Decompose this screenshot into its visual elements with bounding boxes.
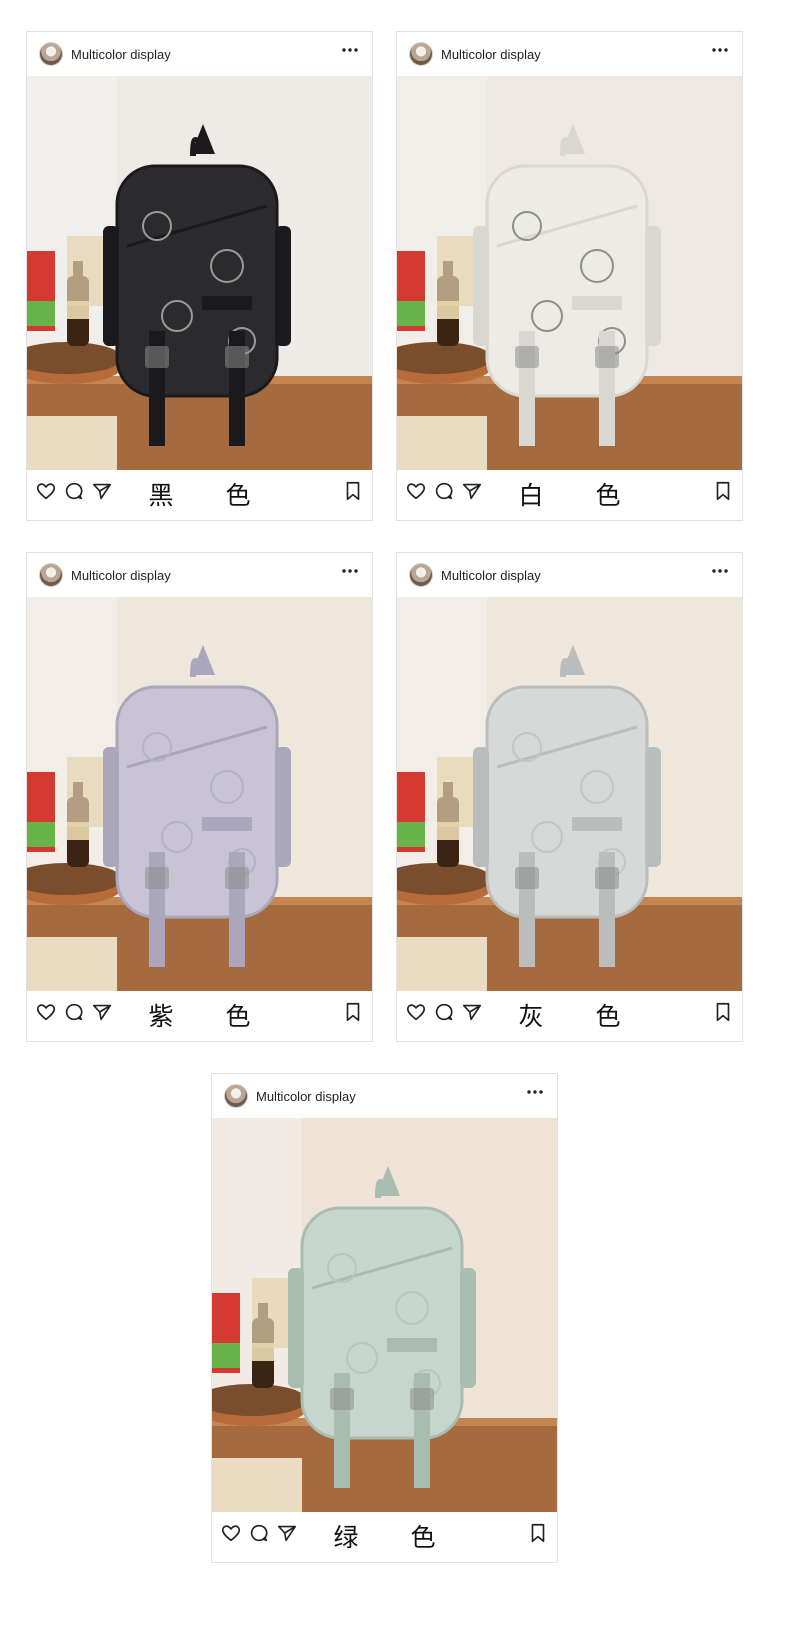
avatar[interactable] (39, 563, 63, 587)
more-icon[interactable] (710, 561, 730, 581)
username[interactable]: Multicolor display (71, 47, 171, 62)
product-photo (27, 76, 372, 470)
post-actions: 紫 色 (27, 991, 372, 1043)
product-photo (212, 1118, 557, 1512)
product-photo (397, 76, 742, 470)
bookmark-icon[interactable] (342, 1001, 364, 1023)
product-photo (397, 597, 742, 991)
backpack-photo (397, 76, 742, 470)
post-actions: 黑 色 (27, 470, 372, 522)
post-header: Multicolor display (397, 553, 742, 597)
post-header: Multicolor display (212, 1074, 557, 1118)
username[interactable]: Multicolor display (256, 1089, 356, 1104)
color-post-card-3: Multicolor display 紫 色 (26, 552, 373, 1042)
post-actions: 白 色 (397, 470, 742, 522)
product-photo (27, 597, 372, 991)
bookmark-icon[interactable] (712, 480, 734, 502)
post-actions: 绿 色 (212, 1512, 557, 1564)
more-icon[interactable] (340, 561, 360, 581)
bookmark-icon[interactable] (712, 1001, 734, 1023)
bookmark-icon[interactable] (527, 1522, 549, 1544)
backpack-photo (27, 597, 372, 991)
color-label: 绿 色 (333, 1523, 458, 1552)
post-header: Multicolor display (397, 32, 742, 76)
color-label: 灰 色 (518, 1002, 643, 1031)
color-post-card-2: Multicolor display 白 色 (396, 31, 743, 521)
backpack-photo (27, 76, 372, 470)
username[interactable]: Multicolor display (441, 47, 541, 62)
backpack-photo (397, 597, 742, 991)
avatar[interactable] (409, 563, 433, 587)
avatar[interactable] (39, 42, 63, 66)
bookmark-icon[interactable] (342, 480, 364, 502)
post-header: Multicolor display (27, 32, 372, 76)
color-label: 紫 色 (148, 1002, 273, 1031)
more-icon[interactable] (340, 40, 360, 60)
color-post-card-1: Multicolor display 黑 色 (26, 31, 373, 521)
post-actions: 灰 色 (397, 991, 742, 1043)
more-icon[interactable] (525, 1082, 545, 1102)
avatar[interactable] (409, 42, 433, 66)
post-header: Multicolor display (27, 553, 372, 597)
backpack-photo (212, 1118, 557, 1512)
color-post-card-4: Multicolor display 灰 色 (396, 552, 743, 1042)
color-label: 白 色 (518, 481, 643, 510)
avatar[interactable] (224, 1084, 248, 1108)
username[interactable]: Multicolor display (441, 568, 541, 583)
color-label: 黑 色 (148, 481, 273, 510)
more-icon[interactable] (710, 40, 730, 60)
username[interactable]: Multicolor display (71, 568, 171, 583)
color-post-card-5: Multicolor display 绿 色 (211, 1073, 558, 1563)
